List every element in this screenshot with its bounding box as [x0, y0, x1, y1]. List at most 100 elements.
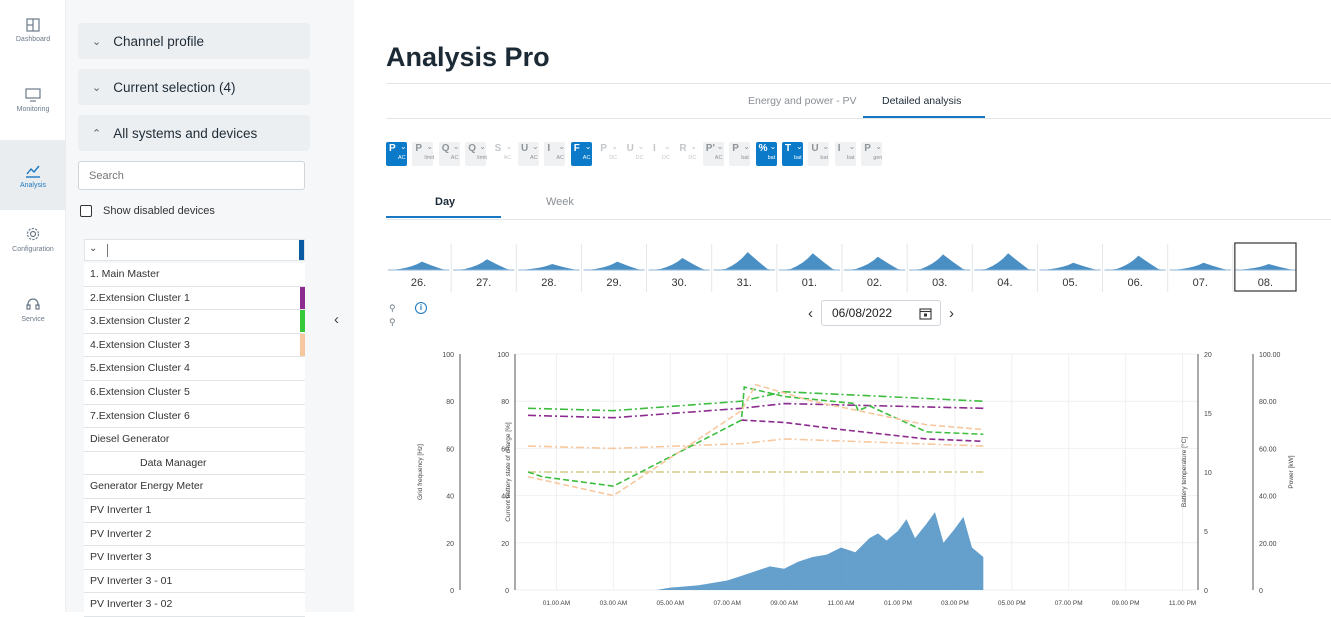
x-tick-label: 09.00 AM [770, 600, 797, 607]
channel-chip[interactable]: F ⌄ AC [570, 142, 592, 166]
channel-symbol: P [389, 143, 396, 154]
analysis-chart: 020406080100Grid frequency [Hz]020406080… [417, 352, 1295, 607]
channel-chip[interactable]: Q ⌄ limit [465, 142, 487, 166]
x-tick-label: 03.00 AM [600, 600, 627, 607]
tab-day[interactable]: Day [435, 196, 455, 208]
channel-chip[interactable]: I ⌄ bat [834, 142, 856, 166]
next-day-button[interactable]: › [949, 305, 954, 322]
axis-tick-label: 80 [501, 399, 509, 406]
channel-subscript: AC [398, 155, 406, 161]
nav-service[interactable]: Service [0, 296, 66, 366]
axis-tick-label: 15 [1204, 411, 1212, 418]
page-title: Analysis Pro [386, 42, 550, 72]
tab-detailed-analysis[interactable]: Detailed analysis [882, 95, 961, 107]
channel-subscript: limit [477, 155, 487, 161]
tab-week[interactable]: Week [546, 196, 574, 208]
day-label: 28. [541, 277, 556, 289]
axis-tick-label: 100.00 [1259, 352, 1281, 359]
device-list-item[interactable]: 7.Extension Cluster 6 [84, 404, 305, 429]
channel-chip[interactable]: P ⌄ bat [729, 142, 751, 166]
channel-chip[interactable]: P ⌄ limit [412, 142, 434, 166]
channel-chip[interactable]: P ⌄ AC [386, 142, 407, 166]
device-list-item[interactable]: Diesel Generator [84, 428, 305, 452]
x-tick-label: 05.00 PM [998, 600, 1026, 607]
device-list-item[interactable]: PV Inverter 3 [84, 546, 305, 570]
tab-energy-power-pv[interactable]: Energy and power - PV [748, 95, 857, 107]
channel-symbol: U [811, 143, 819, 154]
zoom-out-icon[interactable]: ⚲ [389, 303, 396, 314]
channel-chip[interactable]: I ⌄ DC [650, 142, 671, 166]
device-list-item[interactable]: 6.Extension Cluster 5 [84, 380, 305, 405]
day-curve [520, 264, 578, 270]
channel-chip[interactable]: Q ⌄ AC [438, 142, 460, 166]
device-list-item[interactable]: 1. Main Master [84, 263, 305, 287]
chevron-down-icon[interactable]: ⌄ [89, 243, 97, 254]
device-list-item[interactable]: 4.Extension Cluster 3 [84, 333, 305, 358]
device-list-item[interactable]: Data Manager [84, 451, 305, 476]
device-list-item[interactable]: 2.Extension Cluster 1 [84, 286, 305, 311]
device-list-item[interactable]: PV Inverter 2 [84, 522, 305, 547]
checkbox[interactable] [80, 205, 92, 217]
channel-chip[interactable]: % ⌄ bat [755, 142, 777, 166]
channel-symbol: S [494, 143, 502, 154]
channel-subscript: DC [609, 155, 618, 161]
channel-chip[interactable]: S ⌄ AC [491, 142, 513, 166]
calendar-icon[interactable] [919, 307, 932, 320]
day-label: 08. [1258, 277, 1273, 289]
device-label: PV Inverter 1 [90, 503, 152, 516]
device-label: 2.Extension Cluster 1 [90, 291, 190, 304]
accordion-channel-profile[interactable]: ⌄ Channel profile [78, 23, 310, 59]
dashboard-icon [26, 18, 40, 32]
device-list-item[interactable]: PV Inverter 3 - 02 [84, 593, 305, 617]
channel-subscript: gen [873, 155, 883, 161]
channel-chip[interactable]: P ⌄ gen [861, 142, 882, 166]
device-list-item[interactable]: PV Inverter 3 - 01 [84, 569, 305, 594]
device-list-item[interactable]: PV Inverter 1 [84, 498, 305, 523]
collapse-panel-button[interactable]: ‹ [334, 311, 339, 328]
channel-chip[interactable]: R ⌄ DC [676, 142, 698, 166]
divider [386, 118, 1331, 119]
channel-symbol: P [600, 143, 607, 154]
nav-service-label: Service [21, 316, 45, 323]
nav-dashboard[interactable]: Dashboard [0, 18, 66, 88]
channel-chip[interactable]: U ⌄ DC [623, 142, 645, 166]
day-label: 02. [867, 277, 882, 289]
device-list-item[interactable]: 3.Extension Cluster 2 [84, 310, 305, 334]
channel-chip[interactable]: U ⌄ bat [808, 142, 830, 166]
zoom-reset-icon[interactable]: ⚲ [389, 317, 396, 328]
prev-day-button[interactable]: ‹ [808, 305, 813, 322]
channel-chip[interactable]: P' ⌄ AC [702, 142, 724, 166]
axis-tick-label: 10 [1204, 470, 1212, 477]
channel-subscript: DC [635, 155, 644, 161]
show-disabled-toggle[interactable]: Show disabled devices [80, 205, 215, 217]
text-cursor [107, 244, 108, 257]
channel-subscript: AC [503, 155, 512, 161]
axis-tick-label: 0 [505, 588, 509, 595]
day-curve [1106, 255, 1164, 270]
day-curve [1236, 264, 1294, 270]
device-list-item[interactable]: 5.Extension Cluster 4 [84, 357, 305, 381]
channel-symbol: P [864, 143, 871, 154]
channel-chip[interactable]: U ⌄ AC [518, 142, 539, 166]
nav-analysis[interactable]: Analysis [0, 140, 66, 210]
system-root-row[interactable]: ⌄ [84, 239, 305, 261]
channel-chip[interactable]: I ⌄ AC [544, 142, 566, 166]
nav-configuration[interactable]: Configuration [0, 226, 66, 296]
search-input[interactable] [78, 161, 305, 190]
axis-label: Battery temperature [°C] [1180, 437, 1188, 507]
date-input[interactable]: 06/08/2022 [821, 300, 941, 326]
accordion-all-systems[interactable]: ⌃ All systems and devices [78, 115, 310, 151]
day-curve [780, 253, 838, 270]
channel-chip[interactable]: P ⌄ DC [597, 142, 619, 166]
day-label: 31. [737, 277, 752, 289]
chevron-down-icon: ⌄ [92, 35, 102, 48]
headset-icon [26, 298, 40, 310]
x-tick-label: 01.00 AM [543, 600, 570, 607]
day-label: 27. [476, 277, 491, 289]
device-list-item[interactable]: Generator Energy Meter [84, 475, 305, 499]
info-icon[interactable]: i [415, 302, 427, 314]
channel-chip[interactable]: T ⌄ bat [782, 142, 803, 166]
channel-subscript: AC [714, 155, 723, 161]
day-label: 06. [1127, 277, 1142, 289]
accordion-current-selection[interactable]: ⌄ Current selection (4) [78, 69, 310, 105]
